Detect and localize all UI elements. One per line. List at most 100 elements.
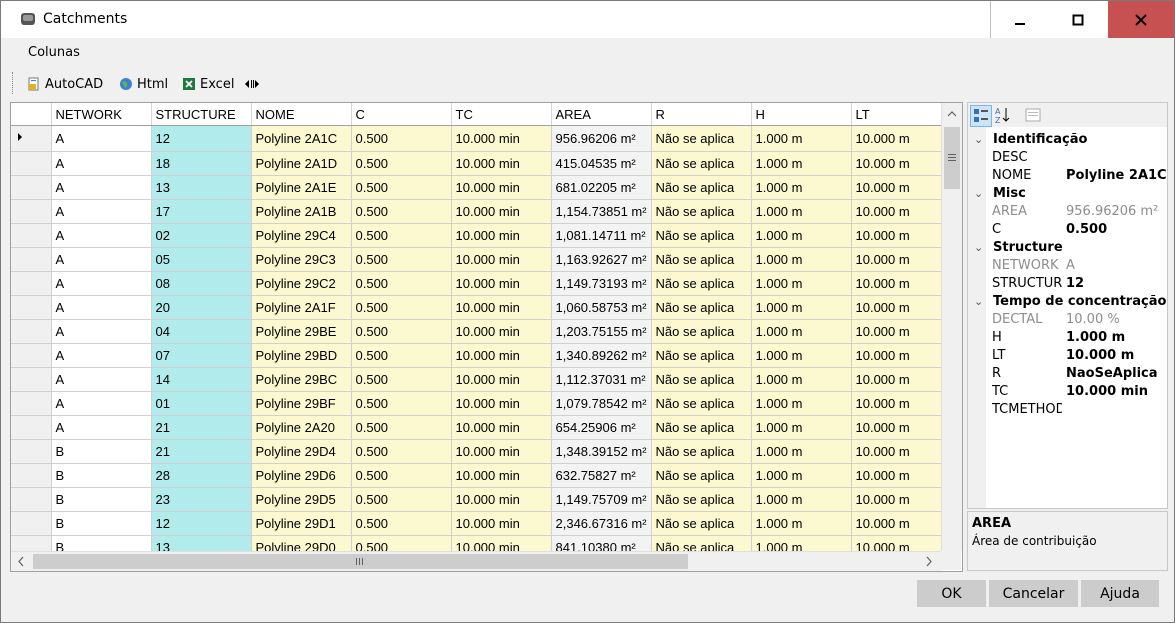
cell-tc[interactable]: 10.000 min xyxy=(451,319,552,344)
cell-h[interactable]: 1.000 m xyxy=(751,199,852,224)
cell-nome[interactable]: Polyline 29BC xyxy=(251,367,352,392)
cell-h[interactable]: 1.000 m xyxy=(751,175,852,200)
cell-lt[interactable]: 10.000 m xyxy=(851,343,952,368)
cell-network[interactable]: A xyxy=(51,367,152,392)
cell-tc[interactable]: 10.000 min xyxy=(451,391,552,416)
table-row[interactable]: B 28 Polyline 29D6 0.500 10.000 min 632.75827… xyxy=(11,463,952,488)
cell-area[interactable]: 1,079.78542 m² xyxy=(551,391,652,416)
category-identificacao[interactable]: ⌄ Identificação xyxy=(968,131,1174,149)
cell-lt[interactable]: 10.000 m xyxy=(851,439,952,464)
table-row[interactable]: A 07 Polyline 29BD 0.500 10.000 min 1,340.892… xyxy=(11,343,952,368)
cell-nome[interactable]: Polyline 2A1E xyxy=(251,175,352,200)
cell-nome[interactable]: Polyline 29C3 xyxy=(251,247,352,272)
cell-lt[interactable]: 10.000 m xyxy=(851,125,952,152)
cell-h[interactable]: 1.000 m xyxy=(751,319,852,344)
property-lt[interactable]: LT 10.000 m xyxy=(968,347,1167,365)
cell-c[interactable]: 0.500 xyxy=(351,199,452,224)
categorized-button[interactable] xyxy=(970,105,992,127)
chevron-down-icon[interactable]: ⌄ xyxy=(974,185,983,203)
column-header-tc[interactable]: TC xyxy=(451,103,552,126)
cell-structure[interactable]: 08 xyxy=(151,271,252,296)
table-row[interactable]: A 18 Polyline 2A1D 0.500 10.000 min 415.04535… xyxy=(11,151,952,176)
cell-structure[interactable]: 14 xyxy=(151,367,252,392)
cell-lt[interactable]: 10.000 m xyxy=(851,247,952,272)
row-header[interactable] xyxy=(11,367,52,392)
property-h[interactable]: H 1.000 m xyxy=(968,329,1167,347)
cell-lt[interactable]: 10.000 m xyxy=(851,199,952,224)
table-row[interactable]: A 20 Polyline 2A1F 0.500 10.000 min 1,060.587… xyxy=(11,295,952,320)
scroll-right-icon[interactable] xyxy=(919,552,939,571)
property-area[interactable]: AREA 956.96206 m² xyxy=(968,203,1167,221)
cell-tc[interactable]: 10.000 min xyxy=(451,125,552,152)
cell-structure[interactable]: 20 xyxy=(151,295,252,320)
property-grid[interactable]: A Z ⌄ Identificação DESC NOME Polyline 2… xyxy=(967,102,1168,509)
minimize-button[interactable] xyxy=(990,1,1049,38)
row-header[interactable] xyxy=(11,439,52,464)
cell-structure[interactable]: 07 xyxy=(151,343,252,368)
property-desc[interactable]: DESC xyxy=(968,149,1167,167)
chevron-down-icon[interactable]: ⌄ xyxy=(974,293,983,311)
cell-c[interactable]: 0.500 xyxy=(351,511,452,536)
autocad-button[interactable]: AutoCAD xyxy=(27,75,103,93)
cell-h[interactable]: 1.000 m xyxy=(751,463,852,488)
cell-area[interactable]: 1,154.73851 m² xyxy=(551,199,652,224)
cell-lt[interactable]: 10.000 m xyxy=(851,415,952,440)
cell-r[interactable]: Não se aplica xyxy=(651,367,752,392)
table-row[interactable]: B 21 Polyline 29D4 0.500 10.000 min 1,348.391… xyxy=(11,439,952,464)
cell-nome[interactable]: Polyline 29BE xyxy=(251,319,352,344)
cell-c[interactable]: 0.500 xyxy=(351,487,452,512)
cell-network[interactable]: A xyxy=(51,247,152,272)
property-pages-button[interactable] xyxy=(1023,105,1043,125)
property-value[interactable]: 1.000 m xyxy=(1066,329,1125,347)
cell-network[interactable]: A xyxy=(51,295,152,320)
category-structure[interactable]: ⌄ Structure xyxy=(968,239,1174,257)
help-button[interactable]: Ajuda xyxy=(1081,580,1159,607)
cell-network[interactable]: A xyxy=(51,199,152,224)
cell-r[interactable]: Não se aplica xyxy=(651,223,752,248)
property-network[interactable]: NETWORK A xyxy=(968,257,1167,275)
cell-tc[interactable]: 10.000 min xyxy=(451,511,552,536)
scroll-up-icon[interactable] xyxy=(942,104,962,124)
cell-lt[interactable]: 10.000 m xyxy=(851,463,952,488)
cell-structure[interactable]: 02 xyxy=(151,223,252,248)
cell-r[interactable]: Não se aplica xyxy=(651,439,752,464)
cell-c[interactable]: 0.500 xyxy=(351,463,452,488)
property-tc[interactable]: TC 10.000 min xyxy=(968,383,1167,401)
cell-network[interactable]: A xyxy=(51,391,152,416)
cell-h[interactable]: 1.000 m xyxy=(751,295,852,320)
cell-nome[interactable]: Polyline 29D5 xyxy=(251,487,352,512)
cancel-button[interactable]: Cancelar xyxy=(989,580,1078,607)
cell-r[interactable]: Não se aplica xyxy=(651,199,752,224)
cell-c[interactable]: 0.500 xyxy=(351,343,452,368)
row-header[interactable] xyxy=(11,223,52,248)
cell-structure[interactable]: 12 xyxy=(151,511,252,536)
cell-r[interactable]: Não se aplica xyxy=(651,487,752,512)
cell-area[interactable]: 1,112.37031 m² xyxy=(551,367,652,392)
cell-lt[interactable]: 10.000 m xyxy=(851,295,952,320)
cell-area[interactable]: 415.04535 m² xyxy=(551,151,652,176)
cell-lt[interactable]: 10.000 m xyxy=(851,511,952,536)
cell-area[interactable]: 1,081.14711 m² xyxy=(551,223,652,248)
cell-network[interactable]: B xyxy=(51,439,152,464)
cell-c[interactable]: 0.500 xyxy=(351,223,452,248)
property-c[interactable]: C 0.500 xyxy=(968,221,1167,239)
cell-c[interactable]: 0.500 xyxy=(351,319,452,344)
cell-lt[interactable]: 10.000 m xyxy=(851,151,952,176)
cell-network[interactable]: A xyxy=(51,175,152,200)
cell-tc[interactable]: 10.000 min xyxy=(451,367,552,392)
cell-lt[interactable]: 10.000 m xyxy=(851,271,952,296)
property-value[interactable]: 12 xyxy=(1066,275,1084,293)
cell-h[interactable]: 1.000 m xyxy=(751,247,852,272)
cell-tc[interactable]: 10.000 min xyxy=(451,487,552,512)
row-header[interactable] xyxy=(11,295,52,320)
table-row[interactable]: A 05 Polyline 29C3 0.500 10.000 min 1,163.926… xyxy=(11,247,952,272)
cell-r[interactable]: Não se aplica xyxy=(651,391,752,416)
table-row[interactable]: B 23 Polyline 29D5 0.500 10.000 min 1,149.757… xyxy=(11,487,952,512)
property-value[interactable]: 10.000 m xyxy=(1066,347,1134,365)
row-header[interactable] xyxy=(11,271,52,296)
toolbar-grip[interactable] xyxy=(12,72,15,94)
cell-area[interactable]: 1,149.75709 m² xyxy=(551,487,652,512)
row-header[interactable] xyxy=(11,391,52,416)
cell-r[interactable]: Não se aplica xyxy=(651,319,752,344)
cell-network[interactable]: A xyxy=(51,125,152,152)
